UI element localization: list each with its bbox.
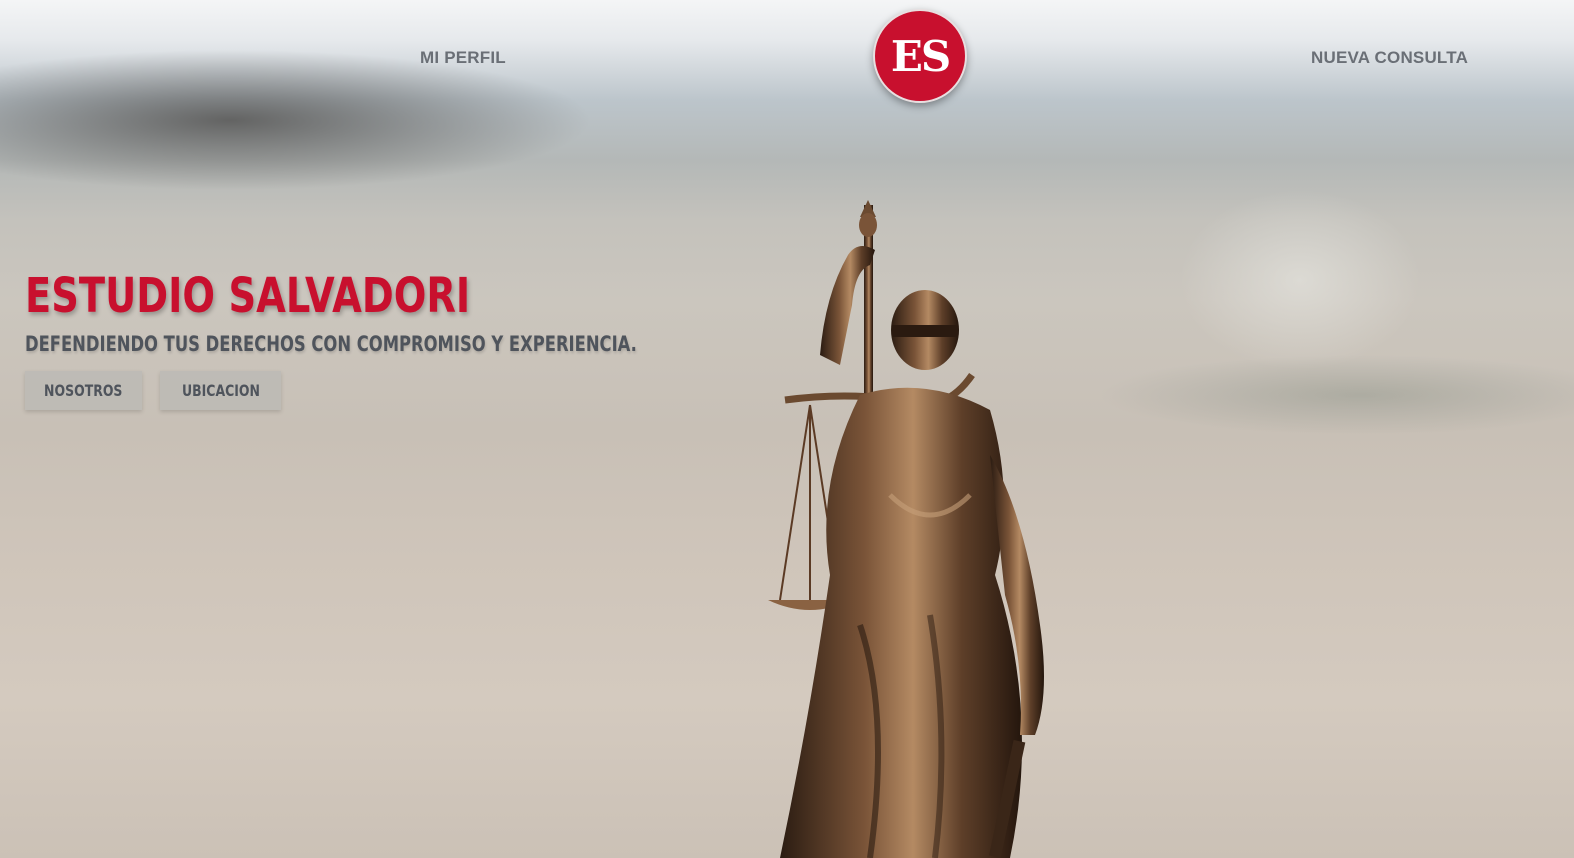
location-button[interactable]: UBICACION xyxy=(160,371,281,410)
brand-logo[interactable]: ES xyxy=(873,9,967,103)
nav-my-profile-link[interactable]: MI PERFIL xyxy=(420,48,506,68)
nav-new-consultation-link[interactable]: NUEVA CONSULTA xyxy=(1311,48,1468,68)
hero-title: ESTUDIO SALVADORI xyxy=(25,268,471,324)
lady-justice-statue-image xyxy=(768,200,1044,858)
hero-subtitle: DEFENDIENDO TUS DERECHOS CON COMPROMISO … xyxy=(25,332,637,356)
location-button-label: UBICACION xyxy=(181,381,260,400)
about-us-button[interactable]: NOSOTROS xyxy=(25,371,142,410)
about-us-button-label: NOSOTROS xyxy=(44,381,123,400)
